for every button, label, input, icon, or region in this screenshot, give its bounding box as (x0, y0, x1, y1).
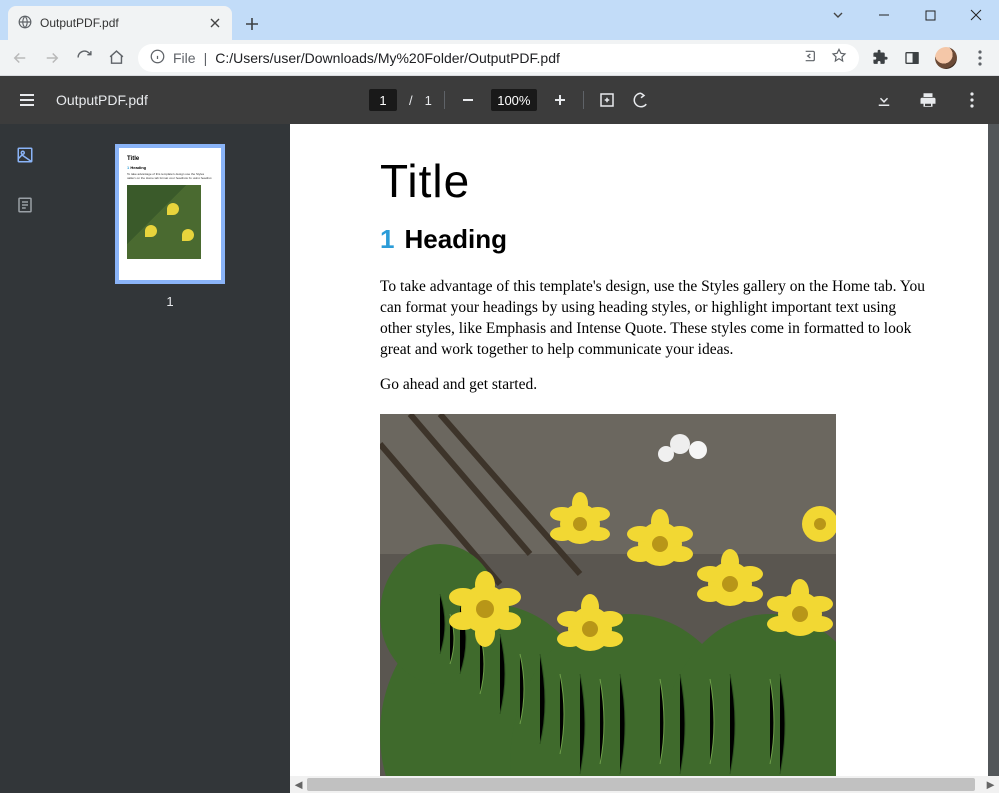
page-thumbnail-1[interactable]: Title 1 Heading To take advantage of thi… (115, 144, 225, 284)
heading-number: 1 (380, 224, 394, 254)
toolbar-divider (444, 91, 445, 109)
minimize-button[interactable] (861, 0, 907, 30)
thumbnails-icon[interactable] (14, 144, 36, 166)
fit-page-button[interactable] (596, 89, 618, 111)
document-paragraph-1: To take advantage of this template's des… (380, 277, 928, 361)
site-info-icon[interactable] (150, 49, 165, 67)
thumbnail-image (127, 185, 201, 259)
side-panel-icon[interactable] (903, 49, 921, 67)
pdf-toolbar: OutputPDF.pdf 1 / 1 100% (0, 76, 999, 124)
zoom-in-button[interactable] (549, 89, 571, 111)
pdf-sidebar-icons (0, 124, 50, 793)
scroll-right-arrow[interactable]: ► (982, 776, 999, 793)
rotate-button[interactable] (630, 89, 652, 111)
window-controls (815, 0, 999, 30)
document-paragraph-2: Go ahead and get started. (380, 375, 928, 396)
back-button[interactable] (10, 48, 30, 68)
download-button[interactable] (873, 89, 895, 111)
browser-titlebar: OutputPDF.pdf (0, 0, 999, 40)
home-button[interactable] (106, 48, 126, 68)
browser-tab[interactable]: OutputPDF.pdf (8, 6, 232, 40)
outline-icon[interactable] (14, 194, 36, 216)
scroll-thumb[interactable] (307, 778, 975, 791)
thumbnail-panel: Title 1 Heading To take advantage of thi… (50, 124, 290, 793)
total-pages: 1 (425, 93, 432, 108)
zoom-out-button[interactable] (457, 89, 479, 111)
print-button[interactable] (917, 89, 939, 111)
horizontal-scrollbar[interactable]: ◄ ► (290, 776, 999, 793)
extensions-icon[interactable] (871, 49, 889, 67)
url-separator: | (204, 50, 208, 66)
document-title: Title (380, 154, 928, 208)
scroll-left-arrow[interactable]: ◄ (290, 776, 307, 793)
reload-button[interactable] (74, 48, 94, 68)
document-image (380, 414, 836, 793)
maximize-button[interactable] (907, 0, 953, 30)
url-scheme-label: File (173, 50, 196, 66)
pdf-page: Title 1 Heading To take advantage of this… (290, 124, 988, 793)
scroll-track[interactable] (307, 776, 982, 793)
profile-avatar[interactable] (935, 47, 957, 69)
bookmark-icon[interactable] (831, 48, 847, 67)
browser-menu-icon[interactable] (971, 49, 989, 67)
thumbnail-page-number: 1 (166, 294, 173, 309)
page-separator: / (409, 93, 413, 108)
forward-button[interactable] (42, 48, 62, 68)
pdf-menu-icon[interactable] (16, 89, 38, 111)
pdf-main-area: Title 1 Heading To take advantage of thi… (0, 124, 999, 793)
tab-title: OutputPDF.pdf (40, 16, 200, 30)
address-bar: File | C:/Users/user/Downloads/My%20Fold… (0, 40, 999, 76)
url-box[interactable]: File | C:/Users/user/Downloads/My%20Fold… (138, 44, 859, 72)
heading-text: Heading (404, 224, 507, 254)
globe-icon (18, 15, 32, 32)
pdf-more-icon[interactable] (961, 89, 983, 111)
zoom-level[interactable]: 100% (491, 89, 537, 111)
toolbar-divider (583, 91, 584, 109)
new-tab-button[interactable] (238, 10, 266, 38)
close-window-button[interactable] (953, 0, 999, 30)
pdf-filename: OutputPDF.pdf (56, 92, 148, 108)
document-viewport[interactable]: Title 1 Heading To take advantage of this… (290, 124, 999, 793)
url-path: C:/Users/user/Downloads/My%20Folder/Outp… (215, 50, 793, 66)
tab-search-button[interactable] (815, 0, 861, 30)
current-page-input[interactable]: 1 (369, 89, 397, 111)
tab-close-icon[interactable] (208, 16, 222, 30)
document-heading: 1 Heading (380, 224, 928, 255)
share-icon[interactable] (801, 48, 817, 67)
